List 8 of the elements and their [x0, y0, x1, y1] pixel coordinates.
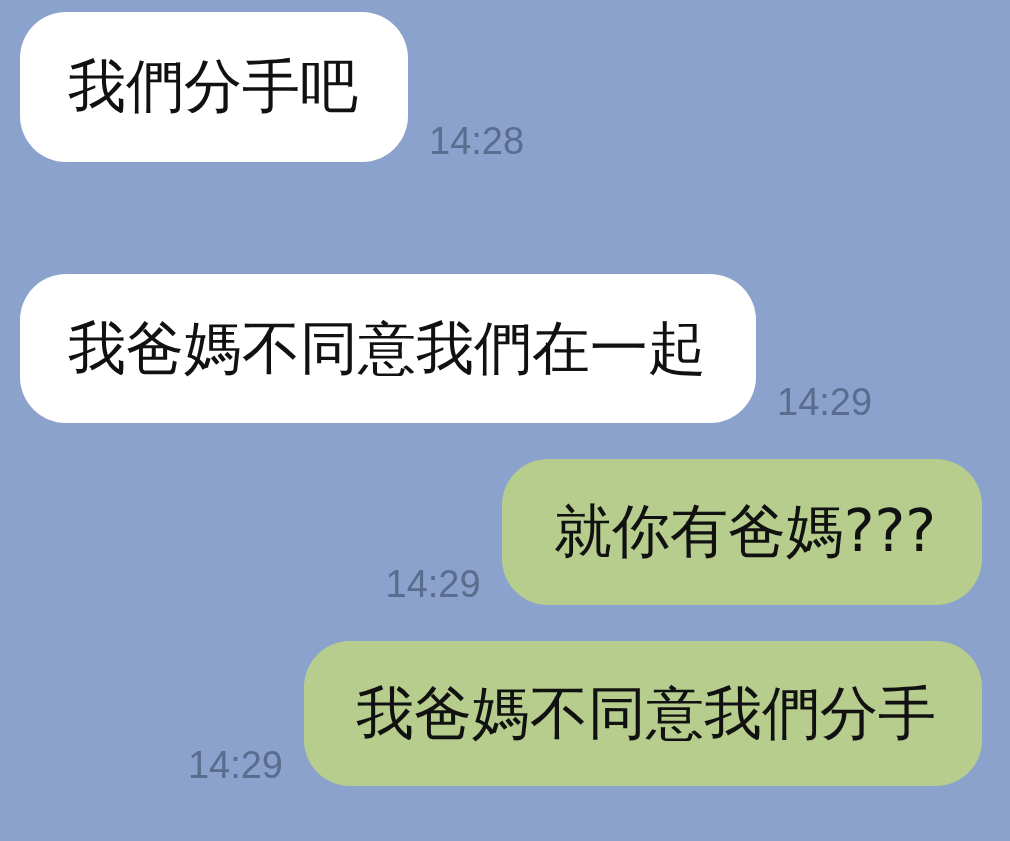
message-time: 14:29 — [385, 564, 481, 605]
message-time: 14:29 — [777, 383, 873, 424]
message-bubble: 我爸媽不同意我們在一起 — [20, 273, 756, 424]
message-time: 14:29 — [187, 746, 283, 787]
message-bubble: 就你有爸媽??? — [501, 459, 982, 605]
message-bubble: 我爸媽不同意我們分手 — [304, 640, 982, 787]
message-bubble: 我們分手吧 — [20, 12, 408, 162]
message-time: 14:28 — [429, 121, 525, 162]
